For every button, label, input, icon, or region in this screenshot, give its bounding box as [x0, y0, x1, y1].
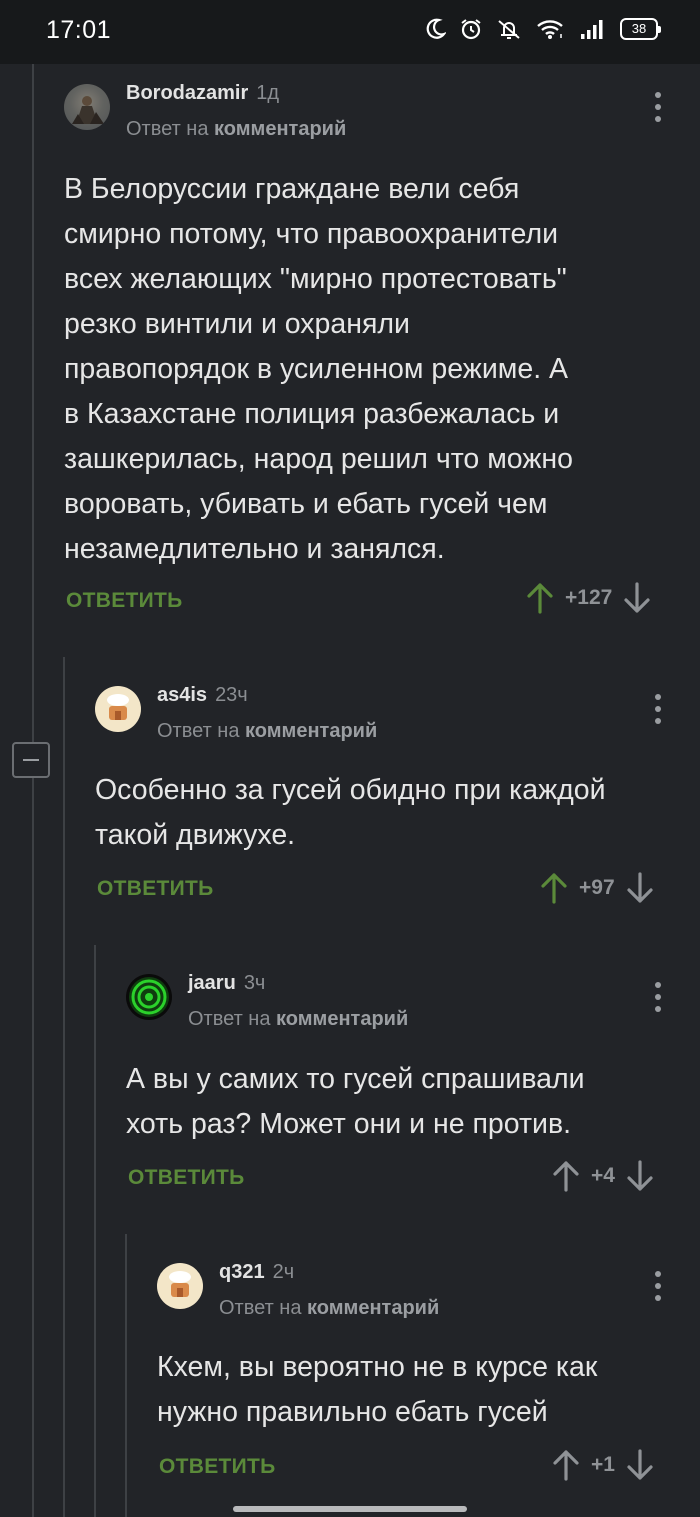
vote-controls: +97 — [541, 872, 653, 904]
upvote-arrow-icon[interactable] — [553, 1449, 579, 1481]
thread-line — [32, 64, 34, 1517]
comment-text-line: В Белоруссии граждане вели себя — [64, 173, 520, 205]
comment-author[interactable]: q321 2ч — [219, 1261, 294, 1284]
reply-prefix: Ответ на — [157, 720, 240, 742]
avatar-image — [107, 694, 129, 720]
comment-text-line: нужно правильно ебать гусей — [157, 1396, 548, 1428]
comment: q321 2ч Ответ на комментарий Кхем, вы вер… — [157, 1261, 700, 1503]
comment-text-line: Кхем, вы вероятно не в курсе как — [157, 1351, 598, 1383]
avatar-image — [64, 84, 110, 130]
reply-prefix: Ответ на — [188, 1008, 271, 1030]
avatar-image — [129, 977, 169, 1017]
comment-text-line: зашкерилась, народ решил что можно — [64, 443, 573, 475]
reply-button[interactable]: ОТВЕТИТЬ — [66, 589, 183, 613]
status-time: 17:01 — [46, 16, 112, 44]
reply-button[interactable]: ОТВЕТИТЬ — [159, 1455, 276, 1479]
avatar[interactable] — [95, 686, 141, 732]
comment-text-line: такой движухе. — [95, 819, 296, 851]
avatar[interactable] — [157, 1263, 203, 1309]
author-name[interactable]: jaaru — [188, 972, 236, 994]
reply-button[interactable]: ОТВЕТИТЬ — [128, 1166, 245, 1190]
author-name[interactable]: q321 — [219, 1261, 265, 1283]
more-options-icon[interactable] — [655, 694, 661, 724]
avatar[interactable] — [64, 84, 110, 130]
upvote-arrow-icon[interactable] — [553, 1160, 579, 1192]
comment-text-line: незамедлительно и занялся. — [64, 533, 445, 565]
more-options-icon[interactable] — [655, 1271, 661, 1301]
comment-text: А вы у самих то гусей спрашивали хоть ра… — [126, 1057, 696, 1147]
comment-text: В Белоруссии граждане вели себя смирно п… — [64, 167, 684, 572]
reply-target-link[interactable]: комментарий — [307, 1297, 439, 1319]
comment: jaaru 3ч Ответ на комментарий А вы у сами… — [126, 972, 700, 1214]
comment-text-line: хоть раз? Может они и не против. — [126, 1108, 572, 1140]
comment-author[interactable]: Borodazamir 1д — [126, 82, 279, 105]
downvote-arrow-icon[interactable] — [627, 1449, 653, 1481]
comment-text-line: всех желающих "мирно протестовать" — [64, 263, 567, 295]
vote-controls: +4 — [553, 1160, 653, 1192]
status-bar: 17:01 38 — [0, 0, 700, 64]
vote-score: +97 — [579, 876, 615, 899]
downvote-arrow-icon[interactable] — [624, 582, 650, 614]
avatar[interactable] — [126, 974, 172, 1020]
silent-bell-icon — [498, 20, 520, 39]
reply-to: Ответ на комментарий — [126, 118, 346, 141]
comment-text-line: в Казахстане полиция разбежалась и — [64, 398, 560, 430]
comment-time: 3ч — [243, 972, 266, 994]
wifi-icon — [537, 20, 563, 39]
comment-author[interactable]: as4is 23ч — [157, 684, 248, 707]
thread-line — [125, 1234, 127, 1517]
reply-to: Ответ на комментарий — [157, 720, 377, 743]
comment-text-line: А вы у самих то гусей спрашивали — [126, 1063, 585, 1095]
comment-text-line: воровать, убивать и ебать гусей чем — [64, 488, 548, 520]
downvote-arrow-icon[interactable] — [627, 872, 653, 904]
reply-to: Ответ на комментарий — [188, 1008, 408, 1031]
comment-time: 23ч — [215, 684, 248, 706]
more-options-icon[interactable] — [655, 982, 661, 1012]
vote-score: +127 — [565, 586, 613, 609]
reply-button[interactable]: ОТВЕТИТЬ — [97, 877, 214, 901]
comment: Borodazamir 1д Ответ на комментарий В Бел… — [64, 82, 700, 634]
reply-target-link[interactable]: комментарий — [276, 1008, 408, 1030]
status-icons: 38 — [426, 18, 661, 40]
comment-time: 1д — [256, 82, 280, 104]
thread-line — [94, 945, 96, 1517]
comment-author[interactable]: jaaru 3ч — [188, 972, 265, 995]
reply-target-link[interactable]: комментарий — [245, 720, 377, 742]
comment-text-line: правопорядок в усиленном режиме. А — [64, 353, 569, 385]
comment-text: Особенно за гусей обидно при каждой тако… — [95, 768, 695, 858]
vote-score: +4 — [591, 1164, 615, 1187]
reply-to: Ответ на комментарий — [219, 1297, 439, 1320]
comment-text: Кхем, вы вероятно не в курсе как нужно п… — [157, 1345, 697, 1435]
alarm-icon — [461, 19, 481, 40]
reply-target-link[interactable]: комментарий — [214, 118, 346, 140]
vote-controls: +127 — [527, 582, 650, 614]
more-options-icon[interactable] — [655, 92, 661, 122]
thread-line — [63, 657, 65, 1517]
avatar-image — [169, 1271, 191, 1297]
reply-prefix: Ответ на — [219, 1297, 302, 1319]
comment-text-line: смирно потому, что правоохранители — [64, 218, 558, 250]
comment-text-line: Особенно за гусей обидно при каждой — [95, 774, 606, 806]
upvote-arrow-icon[interactable] — [541, 872, 567, 904]
home-indicator[interactable] — [233, 1506, 467, 1512]
comment-time: 2ч — [272, 1261, 295, 1283]
author-name[interactable]: as4is — [157, 684, 207, 706]
downvote-arrow-icon[interactable] — [627, 1160, 653, 1192]
battery-icon: 38 — [620, 18, 661, 40]
vote-score: +1 — [591, 1453, 615, 1476]
moon-icon — [426, 18, 446, 39]
author-name[interactable]: Borodazamir — [126, 82, 248, 104]
comment: as4is 23ч Ответ на комментарий Особенно з… — [95, 684, 700, 926]
comment-text-line: резко винтили и охраняли — [64, 308, 410, 340]
upvote-arrow-icon[interactable] — [527, 582, 553, 614]
signal-icon — [581, 20, 603, 39]
vote-controls: +1 — [553, 1449, 653, 1481]
reply-prefix: Ответ на — [126, 118, 209, 140]
collapse-thread-button[interactable] — [12, 742, 50, 778]
